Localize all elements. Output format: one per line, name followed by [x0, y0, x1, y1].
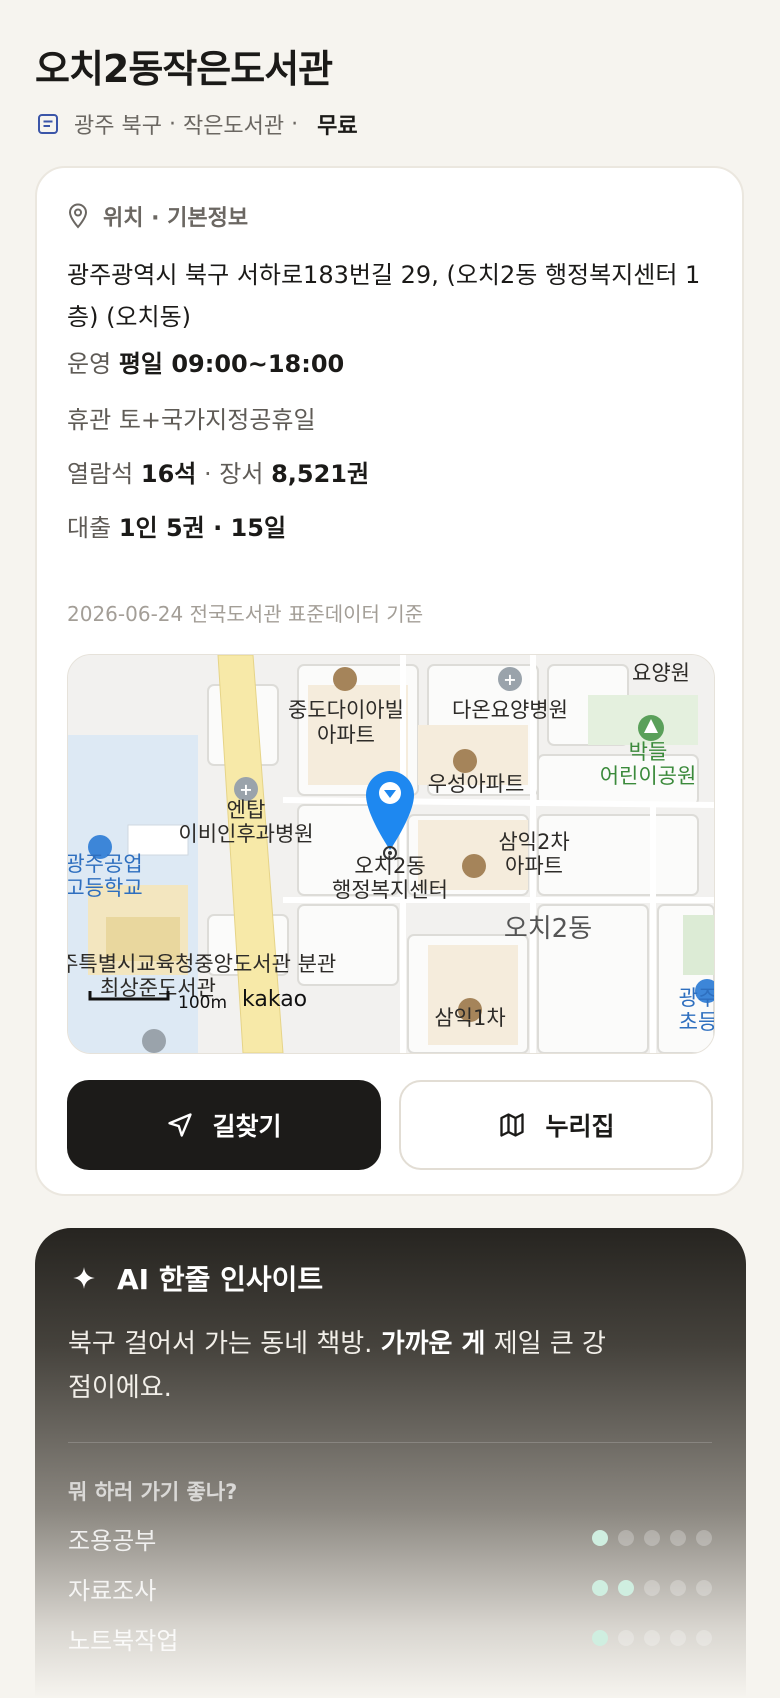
rating-dot-filled: [592, 1630, 608, 1646]
map-label: 삼익1차: [434, 1006, 505, 1030]
document-icon: [38, 114, 58, 134]
ai-insight-title: AI 한줄 인사이트: [117, 1263, 324, 1296]
rating-dot-empty: [618, 1530, 634, 1546]
rating-label: 자료조사: [68, 1576, 157, 1605]
meta-separator: ·: [284, 111, 306, 137]
ai-question: 뭐 하러 가기 좋나?: [68, 1480, 238, 1504]
rating-dot-filled: [618, 1580, 634, 1596]
rating-dots: [582, 1580, 712, 1596]
rating-dots: [582, 1630, 712, 1646]
map-area-label: 오치2동: [504, 914, 592, 944]
meta-region: 광주 북구: [74, 114, 162, 139]
closed-label: 휴관: [67, 406, 112, 434]
ai-insight-header: AI 한줄 인사이트: [71, 1258, 323, 1298]
page-title: 오치2동작은도서관: [35, 47, 333, 91]
closed-row: 휴관 토+국가지정공휴일: [67, 400, 316, 435]
rating-dot-empty: [670, 1630, 686, 1646]
map-label: 고등학교: [68, 876, 143, 900]
map-label: 박들: [629, 740, 668, 764]
data-basis-note: 2026-06-24 전국도서관 표준데이터 기준: [67, 602, 424, 626]
rating-dot-filled: [592, 1580, 608, 1596]
rating-dot-empty: [644, 1530, 660, 1546]
map-label: 광주특별시교육청중앙도서관 분관: [68, 952, 336, 976]
map-label: 아파트: [505, 854, 563, 878]
capacity-separator: ·: [196, 460, 220, 488]
sparkle-icon: [73, 1267, 95, 1289]
ai-insight-text: 북구 걸어서 가는 동네 책방. 가까운 게 제일 큰 강점이에요.: [68, 1322, 628, 1410]
map-brand-logo: kakao: [242, 987, 307, 1012]
location-pin-icon: [68, 203, 88, 229]
map-label: 오치2동: [354, 854, 425, 878]
map-label: 행정복지센터: [332, 878, 448, 902]
rating-dot-empty: [670, 1580, 686, 1596]
closed-value: 토+국가지정공휴일: [118, 406, 316, 434]
rating-label: 조용공부: [68, 1526, 157, 1555]
svg-text:+: +: [239, 780, 252, 799]
map-label: 광주: [679, 986, 714, 1010]
rating-dots: [582, 1530, 712, 1546]
insight-pre: 북구 걸어서 가는 동네 책방.: [68, 1329, 381, 1359]
map-label: 중도다이아빌: [288, 698, 404, 722]
rating-dot-empty: [618, 1630, 634, 1646]
map-label: 다온요양병원: [452, 698, 568, 722]
rating-dot-empty: [696, 1580, 712, 1596]
rating-row: 노트북작업: [68, 1618, 712, 1658]
map-label: 엔탑: [227, 798, 266, 822]
svg-text:+: +: [503, 670, 516, 689]
rating-dot-empty: [696, 1530, 712, 1546]
map-label: 우성아파트: [428, 772, 525, 796]
map-label: 삼익2차: [498, 830, 569, 854]
library-detail-page: 오치2동작은도서관 광주 북구 · 작은도서관 · 무료 위치 · 기본정보 광…: [0, 0, 780, 1698]
library-meta: 광주 북구 · 작은도서관 · 무료: [36, 108, 358, 140]
hours-label: 운영: [67, 350, 112, 378]
map-label: 이비인후과병원: [178, 822, 313, 846]
info-card: 위치 · 기본정보 광주광역시 북구 서하로183번길 29, (오치2동 행정…: [35, 166, 744, 1196]
rating-row: 조용공부: [68, 1518, 712, 1558]
map-label: 광주공업: [68, 852, 143, 876]
location-map[interactable]: + + 중도다이아빌 아파트 다온요양병원 요양원 우성아파트 엔탑 이비인후과…: [67, 654, 715, 1054]
map-label: 요양원: [632, 661, 690, 685]
rating-dot-filled: [592, 1530, 608, 1546]
rating-dot-empty: [644, 1580, 660, 1596]
meta-separator: ·: [161, 111, 183, 137]
map-icon: [500, 1113, 525, 1137]
capacity-row: 열람석 16석 · 장서 8,521권: [67, 454, 369, 489]
website-button[interactable]: 누리집: [399, 1080, 713, 1170]
seats-label: 열람석: [67, 460, 134, 488]
seats-value: 16석: [140, 460, 197, 488]
address-text: 광주광역시 북구 서하로183번길 29, (오치2동 행정복지센터 1층) (…: [67, 261, 701, 331]
directions-button[interactable]: 길찾기: [67, 1080, 381, 1170]
rating-label: 노트북작업: [68, 1626, 179, 1655]
website-label: 누리집: [545, 1112, 615, 1141]
rating-dot-empty: [670, 1530, 686, 1546]
rating-dot-empty: [696, 1630, 712, 1646]
books-value: 8,521권: [271, 460, 370, 488]
navigation-arrow-icon: [168, 1113, 193, 1137]
loan-value: 1인 5권 · 15일: [118, 514, 287, 542]
map-label: 아파트: [317, 723, 375, 747]
insight-bold: 가까운 게: [380, 1329, 486, 1359]
divider: [68, 1442, 712, 1443]
directions-label: 길찾기: [212, 1112, 282, 1141]
info-section-header: 위치 · 기본정보: [67, 200, 248, 232]
rating-row: 자료조사: [68, 1568, 712, 1608]
meta-fee: 무료: [317, 114, 358, 139]
meta-type: 작은도서관: [182, 114, 285, 139]
rating-dot-empty: [644, 1630, 660, 1646]
map-label: 초등: [679, 1010, 714, 1034]
books-label: 장서: [219, 460, 264, 488]
hours-value: 평일 09:00~18:00: [118, 350, 345, 378]
loan-row: 대출 1인 5권 · 15일: [67, 508, 286, 543]
info-section-label: 위치 · 기본정보: [103, 206, 249, 231]
loan-label: 대출: [67, 514, 112, 542]
map-label: 어린이공원: [600, 764, 697, 788]
map-scale-label: 100m: [178, 993, 227, 1013]
hours-row: 운영 평일 09:00~18:00: [67, 344, 344, 379]
ai-insight-card: AI 한줄 인사이트 북구 걸어서 가는 동네 책방. 가까운 게 제일 큰 강…: [35, 1228, 746, 1698]
